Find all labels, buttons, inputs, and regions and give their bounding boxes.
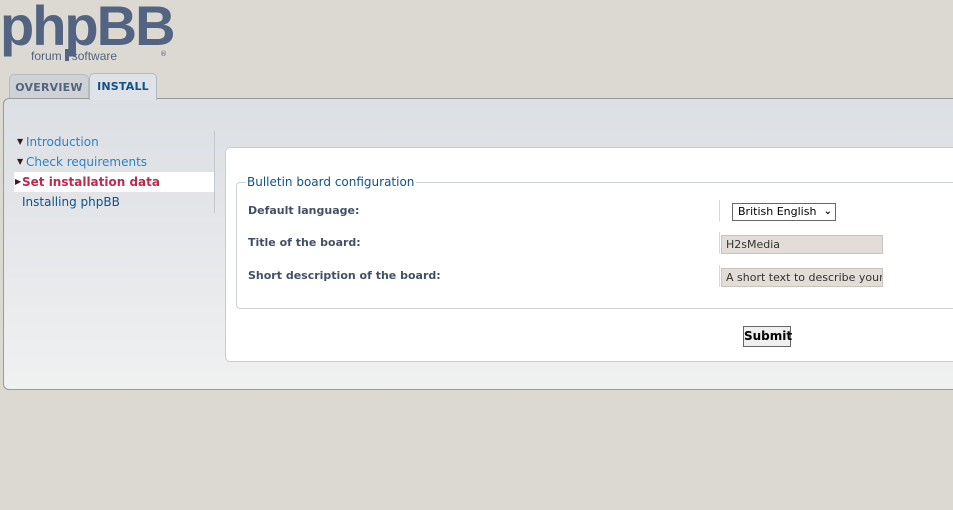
default-language-label: Default language: [248,204,360,217]
board-description-label: Short description of the board: [248,269,441,282]
step-active-icon: ▶ [15,177,22,186]
board-title-input[interactable]: H2sMedia [721,235,883,254]
menu-item-installing-phpbb: Installing phpBB [14,192,214,212]
logo-separator [64,49,69,61]
install-panel: ▼ Introduction ▼ Check requirements ▶ Se… [3,98,953,390]
default-language-select[interactable]: British English ⌄ [732,203,836,221]
tab-install[interactable]: INSTALL [89,73,157,100]
menu-divider [214,131,215,213]
row-separator [719,265,720,287]
menu-item-label: Installing phpBB [22,195,120,209]
menu-item-set-installation-data[interactable]: ▶ Set installation data [14,172,214,192]
logo-tagline-right: software [71,49,118,63]
menu-item-check-requirements[interactable]: ▼ Check requirements [14,152,214,172]
tab-overview[interactable]: OVERVIEW [9,74,89,99]
row-separator [719,200,720,222]
content-box: Bulletin board configuration Default lan… [225,147,953,362]
logo-tagline: forum software [31,49,117,63]
menu-item-introduction[interactable]: ▼ Introduction [14,132,214,152]
board-title-label: Title of the board: [248,236,361,249]
board-config-fieldset: Bulletin board configuration Default lan… [236,174,953,309]
logo-wordmark: phpBB [0,0,176,57]
logo-tagline-left: forum [31,49,62,63]
board-description-input[interactable]: A short text to describe your forum [721,268,883,287]
select-value: British English [738,205,817,218]
menu-item-label: Check requirements [26,155,148,169]
registered-mark: ® [160,50,167,58]
phpbb-logo: phpBB forum software ® [0,0,176,68]
menu-item-label: Set installation data [22,175,160,189]
install-steps-menu: ▼ Introduction ▼ Check requirements ▶ Se… [14,132,214,212]
fieldset-legend: Bulletin board configuration [246,174,417,190]
row-separator [719,232,720,254]
step-done-icon: ▼ [17,157,24,166]
submit-button[interactable]: Submit [743,326,792,347]
step-done-icon: ▼ [17,137,24,146]
chevron-down-icon: ⌄ [823,206,832,217]
menu-item-label: Introduction [26,135,99,149]
